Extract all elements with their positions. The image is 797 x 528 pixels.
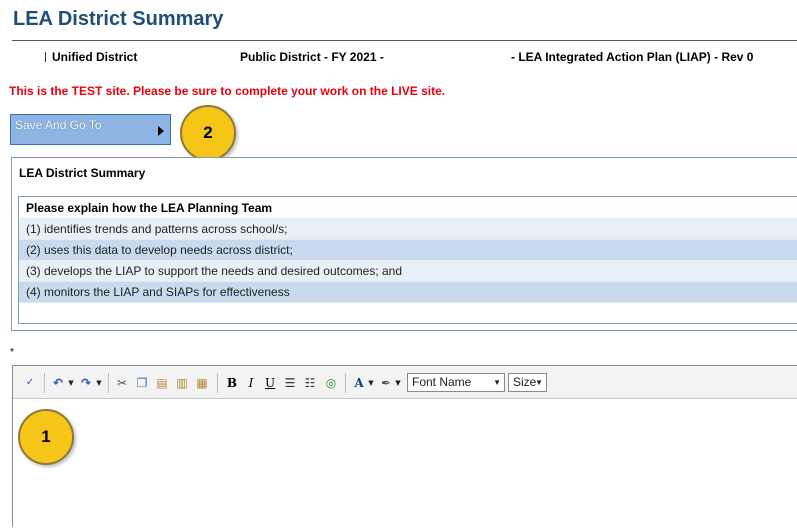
spellcheck-icon[interactable]: ✓ xyxy=(21,375,39,391)
callout-badge-2: 2 xyxy=(180,105,236,161)
copy-icon[interactable]: ❐ xyxy=(134,375,150,391)
unordered-list-icon[interactable]: ☷ xyxy=(302,375,318,391)
district-name: Unified District xyxy=(52,50,138,64)
underline-icon[interactable]: U xyxy=(263,375,277,391)
save-and-go-to-button[interactable]: Save And Go To xyxy=(10,114,171,145)
editor-toolbar: ✓ ↶ ▼ ↷ ▼ ✂ ❐ ▤ ▥ ▦ B I U ☰ ☷ ◎ A ▼ ✒ ▼ … xyxy=(13,366,797,399)
font-size-select[interactable]: Size ▼ xyxy=(508,373,547,392)
ordered-list-icon[interactable]: ☰ xyxy=(282,375,298,391)
callout-badge-1: 1 xyxy=(18,409,74,465)
plan-name: - LEA Integrated Action Plan (LIAP) - Re… xyxy=(511,50,754,64)
prompt-item: (3) develops the LIAP to support the nee… xyxy=(19,261,797,282)
highlight-dropdown-icon[interactable]: ▼ xyxy=(394,375,402,391)
font-size-value: Size xyxy=(513,375,537,389)
paste-text-icon[interactable]: ▥ xyxy=(174,375,190,391)
italic-icon[interactable]: I xyxy=(244,375,258,391)
paste-word-icon[interactable]: ▦ xyxy=(194,375,210,391)
prompt-item: (1) identifies trends and patterns acros… xyxy=(19,219,797,240)
font-color-icon[interactable]: A xyxy=(352,375,366,391)
undo-dropdown-icon[interactable]: ▼ xyxy=(67,375,75,391)
toolbar-divider xyxy=(345,373,346,393)
font-color-dropdown-icon[interactable]: ▼ xyxy=(367,375,375,391)
chevron-down-icon: ▼ xyxy=(493,378,501,387)
editor-content-area[interactable] xyxy=(13,399,797,528)
prompt-header: Please explain how the LEA Planning Team xyxy=(19,197,797,219)
redo-icon[interactable]: ↷ xyxy=(79,375,93,391)
prompt-list: Please explain how the LEA Planning Team… xyxy=(18,196,797,324)
page-title: LEA District Summary xyxy=(13,8,224,30)
chevron-down-icon: ▼ xyxy=(535,378,543,387)
save-button-label: Save And Go To xyxy=(15,118,102,132)
test-site-warning: This is the TEST site. Please be sure to… xyxy=(9,84,446,98)
toolbar-divider xyxy=(217,373,218,393)
bold-icon[interactable]: B xyxy=(225,375,239,391)
required-marker: * xyxy=(10,347,14,358)
undo-icon[interactable]: ↶ xyxy=(51,375,65,391)
redo-dropdown-icon[interactable]: ▼ xyxy=(95,375,103,391)
font-name-value: Font Name xyxy=(412,375,472,389)
divider xyxy=(45,52,46,62)
paste-icon[interactable]: ▤ xyxy=(154,375,170,391)
toolbar-divider xyxy=(44,373,45,393)
district-summary-panel: LEA District Summary Please explain how … xyxy=(11,157,797,331)
prompt-item: (2) uses this data to develop needs acro… xyxy=(19,240,797,261)
panel-header: LEA District Summary xyxy=(19,166,146,180)
insert-link-icon[interactable]: ◎ xyxy=(323,375,339,391)
plan-info-bar: Unified District Public District - FY 20… xyxy=(12,40,797,78)
cut-icon[interactable]: ✂ xyxy=(114,375,130,391)
play-arrow-icon xyxy=(158,126,164,136)
font-name-select[interactable]: Font Name ▼ xyxy=(407,373,505,392)
highlight-color-icon[interactable]: ✒ xyxy=(379,375,393,391)
toolbar-divider xyxy=(108,373,109,393)
rich-text-editor: ✓ ↶ ▼ ↷ ▼ ✂ ❐ ▤ ▥ ▦ B I U ☰ ☷ ◎ A ▼ ✒ ▼ … xyxy=(12,365,797,528)
prompt-item: (4) monitors the LIAP and SIAPs for effe… xyxy=(19,282,797,303)
fiscal-year-label: Public District - FY 2021 - xyxy=(240,50,384,64)
